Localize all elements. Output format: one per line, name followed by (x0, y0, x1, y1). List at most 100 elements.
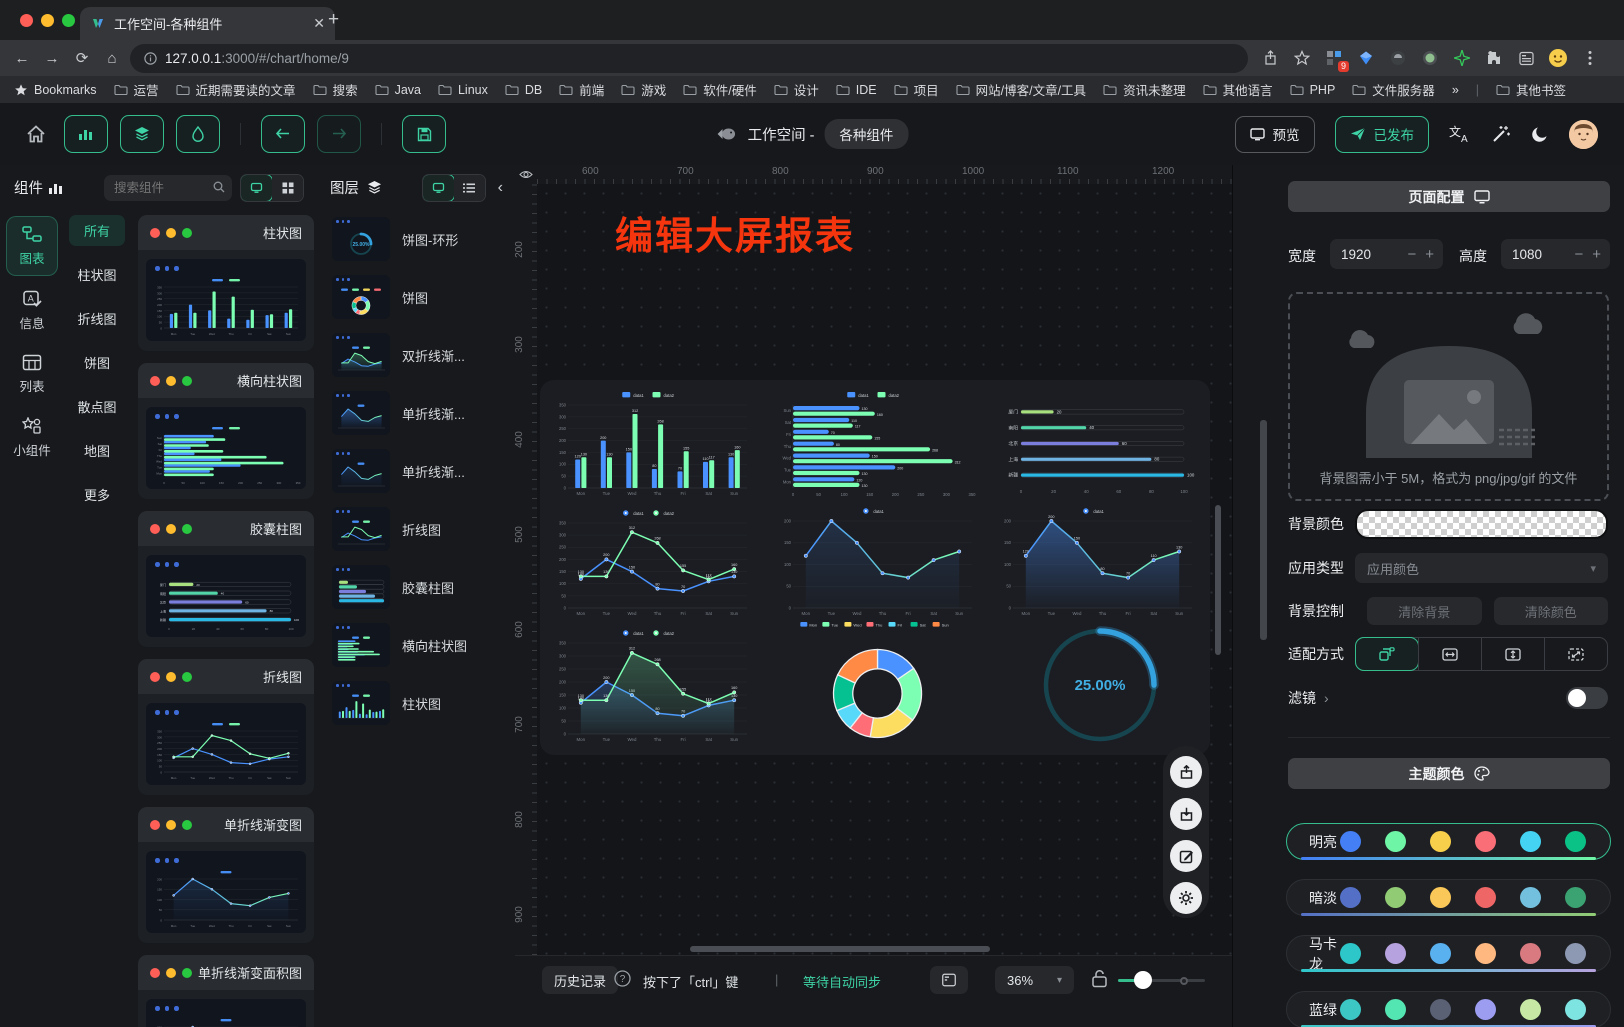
chevron-right-icon[interactable]: › (1324, 690, 1329, 706)
bookmarks-root[interactable]: Bookmarks (14, 83, 97, 97)
width-stepper[interactable]: 1920 −+ (1330, 239, 1443, 269)
extension-tag-manager-icon[interactable]: 9 (1324, 48, 1344, 68)
dashboard-chart-line-grad[interactable]: data1050100150200MonTueWedThuFriSatSun (775, 504, 980, 620)
theme-color-dot[interactable] (1430, 831, 1451, 852)
theme-color-dot[interactable] (1520, 887, 1541, 908)
list-view-button[interactable] (454, 175, 485, 201)
dashboard-chart-line-grad-area[interactable]: data1050100150200MonTueWedThuFriSatSun12… (995, 504, 1200, 620)
category-item[interactable]: 柱状图 (69, 259, 125, 290)
theme-color-dot[interactable] (1475, 887, 1496, 908)
theme-color-dot[interactable] (1340, 831, 1361, 852)
layer-item[interactable]: 单折线渐... (318, 442, 515, 500)
component-card[interactable]: 折线图050100150200250300350MonTueWedThuFriS… (138, 659, 314, 795)
theme-color-dot[interactable] (1475, 999, 1496, 1020)
theme-color-dot[interactable] (1475, 831, 1496, 852)
window-close-button[interactable] (20, 14, 33, 27)
fit-height-button[interactable] (1481, 638, 1544, 670)
bookmark-folder[interactable]: 软件/硬件 (683, 80, 756, 99)
height-stepper[interactable]: 1080 −+ (1501, 239, 1610, 269)
sidebar-tab-1[interactable]: 图表 (6, 216, 58, 276)
collapse-panel-icon[interactable]: ‹ (498, 179, 503, 197)
history-button[interactable]: 历史记录 (542, 966, 618, 994)
undo-button[interactable] (261, 115, 305, 153)
charts-drawer-button[interactable] (64, 115, 108, 153)
height-value[interactable]: 1080 (1512, 247, 1542, 262)
theme-color-dot[interactable] (1520, 943, 1541, 964)
theme-color-dot[interactable] (1340, 943, 1361, 964)
thumbnail-view-button[interactable] (422, 174, 455, 202)
theme-color-dot[interactable] (1520, 999, 1541, 1020)
theme-color-dot[interactable] (1565, 999, 1586, 1020)
category-item[interactable]: 折线图 (69, 303, 125, 334)
address-bar[interactable]: 127.0.0.1:3000/#/chart/home/9 (130, 44, 1248, 73)
ruler-eye-icon[interactable] (515, 165, 537, 184)
bookmarks-overflow[interactable]: » (1452, 83, 1459, 97)
theme-color-dot[interactable] (1385, 887, 1406, 908)
project-name[interactable]: 各种组件 (824, 119, 908, 149)
category-item[interactable]: 更多 (69, 479, 125, 510)
canvas-text-component[interactable]: 编辑大屏报表 (615, 205, 855, 260)
increment-icon[interactable]: + (1592, 246, 1601, 263)
theme-color-dot[interactable] (1565, 831, 1586, 852)
layer-item[interactable]: 单折线渐... (318, 384, 515, 442)
extension-green-star-icon[interactable] (1452, 48, 1472, 68)
theme-row[interactable]: 马卡龙 (1286, 935, 1611, 972)
filter-toggle[interactable] (1566, 687, 1608, 709)
theme-color-dot[interactable] (1340, 999, 1361, 1020)
category-item[interactable]: 地图 (69, 435, 125, 466)
bookmark-folder[interactable]: 前端 (559, 80, 604, 99)
bookmark-star-icon[interactable] (1292, 48, 1312, 68)
decrement-icon[interactable]: − (1574, 246, 1583, 263)
sidebar-tab-4[interactable]: 小组件 (7, 409, 57, 467)
fit-stretch-button[interactable] (1544, 638, 1607, 670)
zoom-slider[interactable] (1118, 979, 1205, 982)
bookmark-folder[interactable]: 搜索 (313, 80, 358, 99)
dashboard-chart-ring[interactable]: 25.00% (1002, 612, 1198, 752)
layer-item[interactable]: 折线图 (318, 500, 515, 558)
layer-item[interactable]: 横向柱状图 (318, 616, 515, 674)
dashboard-chart-hbar[interactable]: data1data2Mon120130Tue200130Wed150312Thu… (775, 388, 980, 500)
theme-color-dot[interactable] (1430, 887, 1451, 908)
clear-color-button[interactable]: 清除颜色 (1494, 597, 1609, 625)
clear-background-button[interactable]: 清除背景 (1367, 597, 1482, 625)
component-card[interactable]: 单折线渐变面积图050100150200MonTueWedThuFriSatSu… (138, 955, 314, 1027)
edit-button[interactable] (1170, 840, 1202, 872)
other-bookmarks[interactable]: 其他书签 (1496, 80, 1566, 99)
dashboard-chart-line[interactable]: data1data2050100150200250300350MonTueWed… (550, 506, 755, 620)
note-panel-button[interactable] (930, 966, 968, 994)
dashboard-preview[interactable]: data1data2050100150200250300350MonTueWed… (540, 380, 1210, 755)
help-icon[interactable]: ? (614, 970, 631, 987)
bookmark-folder[interactable]: 运营 (114, 80, 159, 99)
browser-back-button[interactable]: ← (10, 46, 34, 70)
theme-color-dot[interactable] (1385, 943, 1406, 964)
theme-row[interactable]: 明亮 (1286, 823, 1611, 860)
dark-mode-moon-icon[interactable] (1531, 125, 1549, 143)
bookmark-folder[interactable]: Java (375, 80, 421, 99)
bookmark-folder[interactable]: IDE (836, 80, 877, 99)
editor-canvas[interactable]: 6007008009001000110012001300 20030040050… (515, 165, 1232, 955)
user-avatar[interactable] (1569, 120, 1598, 149)
import-button[interactable] (1170, 798, 1202, 830)
settings-scrollbar[interactable] (1260, 420, 1267, 640)
export-button[interactable] (1170, 756, 1202, 788)
theme-row[interactable]: 暗淡 (1286, 879, 1611, 916)
component-card[interactable]: 柱状图050100150200250300350MonTueWedThuFriS… (138, 215, 314, 351)
settings-gear-icon[interactable] (1170, 882, 1202, 914)
browser-tab[interactable]: 工作空间-各种组件 ✕ (80, 7, 335, 40)
profile-avatar[interactable] (1548, 48, 1568, 68)
window-minimize-button[interactable] (41, 14, 54, 27)
save-button[interactable] (402, 115, 446, 153)
dashboard-chart-bar[interactable]: data1data2050100150200250300350MonTueWed… (550, 388, 755, 500)
theme-color-dot[interactable] (1340, 887, 1361, 908)
category-item[interactable]: 饼图 (69, 347, 125, 378)
browser-reload-button[interactable]: ⟳ (70, 46, 94, 70)
layer-item[interactable]: 胶囊柱图 (318, 558, 515, 616)
theme-color-dot[interactable] (1565, 943, 1586, 964)
publish-button[interactable]: 已发布 (1335, 116, 1430, 153)
sidebar-tab-2[interactable]: A信息 (7, 282, 57, 340)
magic-wand-icon[interactable] (1491, 124, 1511, 144)
bookmark-folder[interactable]: 设计 (774, 80, 819, 99)
bookmark-folder[interactable]: 其他语言 (1203, 80, 1273, 99)
extension-dark-circle-icon[interactable] (1388, 48, 1408, 68)
filter-drawer-button[interactable] (176, 115, 220, 153)
